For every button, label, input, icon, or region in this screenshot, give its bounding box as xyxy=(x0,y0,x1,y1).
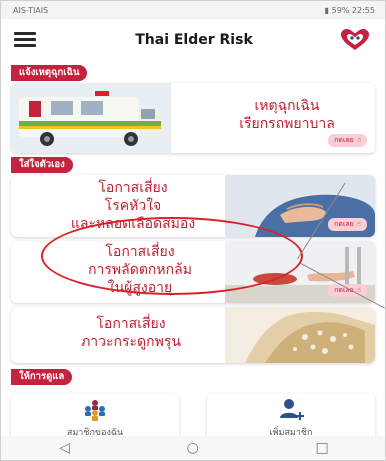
hand-pointer-icon: ☝ xyxy=(356,220,361,228)
ambulance-card[interactable]: เหตุฉุกเฉิน เรียกรถพยาบาล กดเลย ☝ xyxy=(11,83,375,153)
ambulance-text: เหตุฉุกเฉิน เรียกรถพยาบาล xyxy=(207,97,367,133)
heart-risk-card[interactable]: โอกาสเสี่ยง โรคหัวใจ และหลอดเลือดสมอง กด… xyxy=(11,175,375,237)
heart-risk-line1: โอกาสเสี่ยง xyxy=(98,180,168,196)
heart-logo-icon xyxy=(341,29,369,50)
fall-risk-text: โอกาสเสี่ยง การพลัดตกหกล้ม ในผู้สูงอายุ xyxy=(31,243,249,297)
phone-screen: AIS-TIAIS ▮ 59% 22:55 Thai Elder Risk แจ… xyxy=(0,0,386,461)
osteoporosis-risk-line2: ภาวะกระดูกพรุน xyxy=(81,334,181,350)
ambulance-line2: เรียกรถพยาบาล xyxy=(239,116,335,132)
section-care: ให้การดูแล xyxy=(11,369,73,385)
hand-pointer-icon: ☝ xyxy=(356,136,361,144)
section-self-care: ใส่ใจตัวเอง xyxy=(11,157,73,173)
fall-risk-line1: โอกาสเสี่ยง xyxy=(105,244,175,260)
osteoporosis-risk-text: โอกาสเสี่ยง ภาวะกระดูกพรุน xyxy=(31,315,231,351)
home-icon[interactable]: ○ xyxy=(187,440,199,456)
fall-risk-line3: ในผู้สูงอายุ xyxy=(107,280,173,296)
osteoporosis-risk-card[interactable]: โอกาสเสี่ยง ภาวะกระดูกพรุน xyxy=(11,307,375,363)
fall-risk-card[interactable]: โอกาสเสี่ยง การพลัดตกหกล้ม ในผู้สูงอายุ … xyxy=(11,241,375,303)
app-title: Thai Elder Risk xyxy=(135,32,253,48)
add-user-icon xyxy=(280,399,304,420)
heart-risk-text: โอกาสเสี่ยง โรคหัวใจ และหลอดเลือดสมอง xyxy=(33,179,233,233)
status-bar: AIS-TIAIS ▮ 59% 22:55 xyxy=(1,1,385,19)
android-nav-bar: ◁ ○ □ xyxy=(1,436,385,460)
heart-press-label: กดเลย xyxy=(334,220,354,228)
recents-icon[interactable]: □ xyxy=(315,440,328,456)
ambulance-press-button[interactable]: กดเลย ☝ xyxy=(328,134,367,147)
back-icon[interactable]: ◁ xyxy=(59,440,70,456)
carrier-text: AIS-TIAIS xyxy=(13,5,49,15)
heart-press-button[interactable]: กดเลย ☝ xyxy=(328,218,367,231)
hamburger-menu-icon[interactable] xyxy=(14,32,36,48)
ambulance-line1: เหตุฉุกเฉิน xyxy=(254,98,320,114)
section-emergency: แจ้งเหตุฉุกเฉิน xyxy=(11,65,88,81)
fall-risk-line2: การพลัดตกหกล้ม xyxy=(88,262,192,278)
bone-image xyxy=(225,307,375,363)
osteoporosis-risk-line1: โอกาสเสี่ยง xyxy=(96,316,166,332)
ambulance-press-label: กดเลย xyxy=(334,136,354,144)
heart-risk-line2: โรคหัวใจ xyxy=(104,198,162,214)
heart-risk-line3: และหลอดเลือดสมอง xyxy=(70,216,196,232)
battery-text: 59% 22:55 xyxy=(331,5,375,15)
status-right: ▮ 59% 22:55 xyxy=(324,5,375,15)
group-icon xyxy=(85,400,105,421)
app-bar: Thai Elder Risk xyxy=(1,19,385,61)
ambulance-image xyxy=(11,83,171,153)
